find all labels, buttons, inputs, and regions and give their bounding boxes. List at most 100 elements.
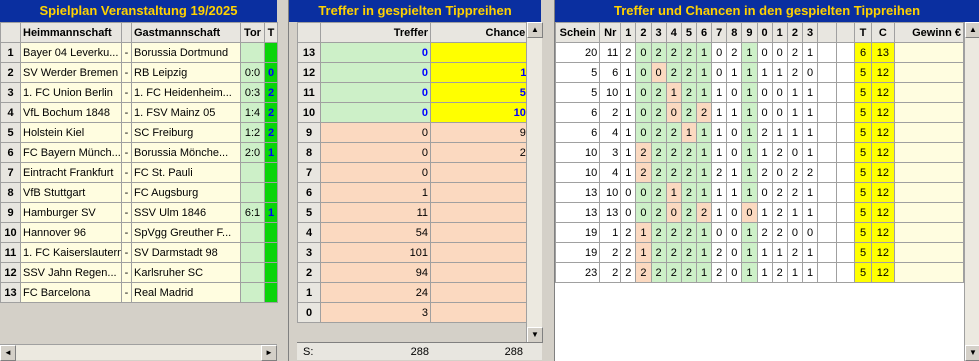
tip-cell[interactable]: 2 [650, 242, 667, 263]
tip-cell[interactable]: 1 [741, 242, 758, 263]
away-team-cell[interactable]: SpVgg Greuther F... [131, 222, 241, 243]
tip-cell[interactable]: 1 [695, 42, 713, 63]
scroll-down-arrow-icon[interactable]: ▼ [527, 327, 543, 343]
chancen-cell[interactable]: 94 [430, 122, 535, 143]
chancen-cell[interactable]: 24 [430, 142, 535, 163]
tip-cell[interactable]: 2 [771, 142, 788, 163]
tip-cell[interactable]: 2 [680, 102, 697, 123]
table-row[interactable]: 703 [297, 162, 535, 183]
tip-cell[interactable]: 0 [264, 62, 278, 83]
tip-cell[interactable]: 0 [741, 202, 758, 223]
tip-cell[interactable]: 1 [620, 122, 637, 143]
gewinn-cell[interactable] [894, 222, 964, 243]
score-header[interactable]: Tor [240, 22, 265, 43]
tip-cell[interactable]: 2 [680, 162, 697, 183]
table-row[interactable]: 1301 [297, 42, 535, 63]
home-team-cell[interactable]: Bayer 04 Leverku... [20, 42, 122, 63]
chancen-cell[interactable]: 0 [430, 222, 535, 243]
away-team-cell[interactable]: SSV Ulm 1846 [131, 202, 241, 223]
table-row[interactable]: 12011 [297, 62, 535, 83]
tip-cell[interactable]: 0 [711, 42, 728, 63]
tip-cell[interactable]: 2 [786, 162, 803, 183]
c-cell[interactable]: 12 [870, 222, 896, 243]
tip-cell[interactable]: 1 [801, 262, 819, 283]
c-cell[interactable]: 12 [870, 142, 896, 163]
c-cell[interactable]: 12 [870, 122, 896, 143]
table-row[interactable]: 4540 [297, 222, 535, 243]
away-team-cell[interactable]: FC Augsburg [131, 182, 241, 203]
score-cell[interactable] [240, 222, 265, 243]
tip-cell[interactable]: 1 [620, 62, 637, 83]
tip-cell[interactable]: 2 [264, 82, 278, 103]
tip-cell[interactable]: 0 [801, 222, 819, 243]
tip-cell[interactable]: 2 [650, 262, 667, 283]
nr-cell[interactable]: 11 [599, 42, 622, 63]
tip-cell[interactable]: 2 [801, 162, 819, 183]
tip-cell[interactable]: 1 [711, 142, 728, 163]
schein-cell[interactable]: 6 [554, 122, 601, 143]
game-column-header[interactable]: 2 [635, 22, 652, 43]
chancen-cell[interactable]: 11 [430, 62, 535, 83]
table-row[interactable]: 10 Hannover 96- SpVgg Greuther F... [0, 222, 278, 243]
tip-cell[interactable]: 1 [801, 122, 819, 143]
schein-cell[interactable]: 13 [554, 202, 601, 223]
table-row[interactable]: 4 VfL Bochum 1848-1. FSV Mainz 05 1:4 2 [0, 102, 278, 123]
tip-cell[interactable]: 1 [695, 62, 713, 83]
tip-cell[interactable]: 0 [726, 262, 743, 283]
treffer-cell[interactable]: 0 [320, 122, 431, 143]
tip-cell[interactable]: 0 [650, 62, 667, 83]
tip-cell[interactable]: 1 [665, 182, 682, 203]
treffer-cell[interactable]: 24 [320, 282, 431, 303]
t-cell[interactable]: 5 [854, 102, 872, 123]
gewinn-cell[interactable] [894, 142, 964, 163]
table-row[interactable]: 5110 [297, 202, 535, 223]
tip-cell[interactable]: 2 [665, 242, 682, 263]
home-team-cell[interactable]: FC Bayern Münch... [20, 142, 122, 163]
away-team-cell[interactable]: FC St. Pauli [131, 162, 241, 183]
tip-cell[interactable]: 0 [635, 62, 652, 83]
c-cell[interactable]: 12 [870, 162, 896, 183]
score-cell[interactable] [240, 242, 265, 263]
chancen-cell[interactable]: 1 [430, 42, 535, 63]
table-row[interactable]: 31010 [297, 242, 535, 263]
c-cell[interactable]: 12 [870, 262, 896, 283]
tip-cell[interactable]: 0 [665, 102, 682, 123]
treffer-cell[interactable]: 3 [320, 302, 431, 323]
table-row[interactable]: 13 13 0 0 2 0 2 2 1 0 0 1 2 1 1 5 12 [554, 202, 964, 223]
tip-cell[interactable]: 1 [711, 102, 728, 123]
tip-cell[interactable]: 1 [756, 142, 773, 163]
game-column-header[interactable]: 9 [741, 22, 758, 43]
home-team-cell[interactable]: Hamburger SV [20, 202, 122, 223]
table-row[interactable]: 5 Holstein Kiel - SC Freiburg 1:2 2 [0, 122, 278, 143]
c-cell[interactable]: 12 [870, 62, 896, 83]
tip-cell[interactable]: 0 [786, 222, 803, 243]
nr-cell[interactable]: 2 [599, 102, 622, 123]
game-column-header[interactable]: 6 [695, 22, 713, 43]
treffer-cell[interactable]: 0 [320, 162, 431, 183]
away-team-cell[interactable]: SV Darmstadt 98 [131, 242, 241, 263]
treffer-cell[interactable]: 0 [320, 62, 431, 83]
gewinn-cell[interactable] [894, 262, 964, 283]
away-team-cell[interactable]: Real Madrid [131, 282, 241, 303]
tip-cell[interactable]: 2 [680, 182, 697, 203]
scroll-left-arrow-icon[interactable]: ◄ [0, 345, 16, 361]
table-row[interactable]: 9 Hamburger SV - SSV Ulm 1846 6:1 1 [0, 202, 278, 223]
treffer-cell[interactable]: 0 [320, 142, 431, 163]
chancen-cell[interactable]: 0 [430, 242, 535, 263]
table-row[interactable]: 6 4 1 0 2 2 1 1 1 0 1 2 1 1 1 5 12 [554, 122, 964, 143]
tip-cell[interactable]: 2 [650, 162, 667, 183]
scroll-down-arrow-icon[interactable]: ▼ [965, 345, 979, 361]
gewinn-cell[interactable] [894, 242, 964, 263]
chancen-cell[interactable]: 0 [430, 182, 535, 203]
c-cell[interactable]: 12 [870, 182, 896, 203]
tip-cell[interactable]: 1 [726, 102, 743, 123]
t-header[interactable]: T [854, 22, 872, 43]
tip-cell[interactable]: 0 [756, 42, 773, 63]
table-row[interactable]: 5 10 1 0 2 1 2 1 1 0 1 0 0 1 1 5 12 [554, 82, 964, 103]
tip-cell[interactable]: 1 [786, 82, 803, 103]
nr-cell[interactable]: 4 [599, 162, 622, 183]
t-cell[interactable]: 5 [854, 62, 872, 83]
tip-cell[interactable]: 2 [680, 142, 697, 163]
tip-cell[interactable]: 1 [726, 62, 743, 83]
tip-cell[interactable]: 2 [665, 62, 682, 83]
